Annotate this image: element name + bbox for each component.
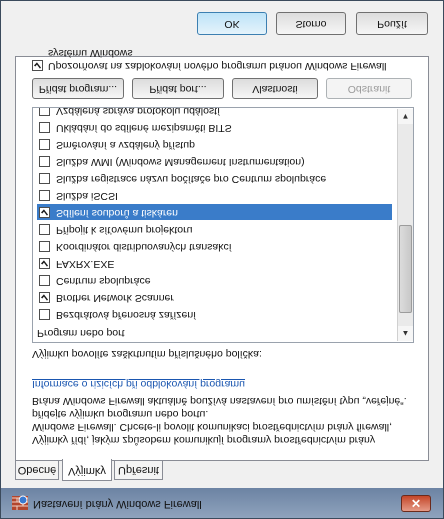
tab-advanced-label: Upřesnit: [118, 464, 159, 476]
cancel-button[interactable]: Storno: [276, 12, 346, 35]
exception-checkbox[interactable]: [39, 122, 50, 133]
list-item[interactable]: Služba WMI (Windows Management Instrumen…: [37, 153, 392, 169]
firewall-settings-window: Nastavení brány Windows Firewall ✕ Obecn…: [0, 0, 444, 519]
notify-label: Upozorňovat na zablokování nového progra…: [48, 47, 387, 72]
title-bar[interactable]: Nastavení brány Windows Firewall ✕: [1, 488, 443, 518]
exception-checkbox[interactable]: [39, 173, 50, 184]
notify-option[interactable]: Upozorňovat na zablokování nového progra…: [32, 44, 416, 72]
add-port-button[interactable]: Přidat port...: [132, 78, 224, 99]
exception-checkbox[interactable]: [39, 224, 50, 235]
list-item[interactable]: Připojit k síťovému projektoru: [37, 221, 392, 237]
list-item[interactable]: Koordinátor distribuovaných transakcí: [37, 238, 392, 254]
exception-checkbox[interactable]: [39, 207, 50, 218]
description-text: Výjimky řídí, jakým způsobem komunikují …: [32, 408, 393, 446]
exceptions-panel: Výjimky řídí, jakým způsobem komunikují …: [15, 47, 429, 461]
enable-exception-label: Výjimku povolíte zaškrtnutím příslušného…: [32, 348, 262, 360]
list-item-label: Připojit k síťovému projektoru: [56, 224, 193, 236]
list-column-header: Program nebo port: [37, 327, 125, 339]
scroll-down-arrow-icon[interactable]: ▼: [398, 109, 413, 124]
scrollbar-thumb[interactable]: [399, 225, 412, 313]
list-item-label: Služba registrace názvu počítače pro Cen…: [56, 173, 327, 185]
exception-checkbox[interactable]: [39, 309, 50, 320]
tab-general[interactable]: Obecné: [15, 460, 59, 480]
list-item-label: Centrum spolupráce: [56, 275, 151, 287]
apply-button[interactable]: Použít: [356, 12, 428, 35]
exception-checkbox[interactable]: [39, 139, 50, 150]
scroll-up-arrow-icon[interactable]: ▲: [398, 326, 413, 341]
unblock-risk-link[interactable]: Informace o rizicích při odblokování pro…: [32, 378, 245, 390]
close-icon: ✕: [410, 496, 422, 510]
notify-checkbox[interactable]: [32, 60, 43, 71]
exception-checkbox[interactable]: [39, 258, 50, 269]
list-item[interactable]: Služba registrace názvu počítače pro Cen…: [37, 170, 392, 186]
exception-actions: Přidat program... Přidat port... Vlastno…: [32, 77, 414, 99]
tab-general-label: Obecné: [17, 464, 57, 476]
close-button[interactable]: ✕: [401, 495, 431, 512]
list-item-label: Bezdrátová přenosná zařízení: [56, 309, 197, 321]
exception-checkbox[interactable]: [39, 275, 50, 286]
tab-exceptions-label: Výjimky: [68, 465, 106, 477]
list-item[interactable]: Vzdálená správa protokolu událostí: [37, 107, 392, 118]
current-policy-text: Brána Windows Firewall aktuálně používá …: [32, 395, 407, 407]
list-item[interactable]: Ukládání do sdílené mezipaměti BITS: [37, 119, 392, 135]
list-item[interactable]: FAXRX.EXE: [37, 255, 392, 271]
list-item-label: Ukládání do sdílené mezipaměti BITS: [56, 122, 232, 134]
exception-checkbox[interactable]: [39, 241, 50, 252]
exceptions-description: Výjimky řídí, jakým způsobem komunikují …: [32, 394, 416, 446]
list-item-label: FAXRX.EXE: [56, 258, 115, 270]
exception-checkbox[interactable]: [39, 292, 50, 303]
tab-exceptions[interactable]: Výjimky: [62, 459, 112, 481]
list-item-label: Brother Network Scanner: [56, 292, 174, 304]
list-item[interactable]: Směrování a vzdálený přístup: [37, 136, 392, 152]
window-title: Nastavení brány Windows Firewall: [33, 498, 202, 510]
list-item-label: Služba iSCSI: [56, 190, 118, 202]
tab-advanced[interactable]: Upřesnit: [114, 460, 163, 480]
list-item-label: Sdílení souborů a tiskáren: [56, 207, 178, 219]
exception-checkbox[interactable]: [39, 107, 50, 116]
exception-checkbox[interactable]: [39, 190, 50, 201]
exceptions-list[interactable]: Program nebo port Bezdrátová přenosná za…: [32, 107, 414, 343]
list-item-label: Služba WMI (Windows Management Instrumen…: [56, 156, 305, 168]
add-program-button[interactable]: Přidat program...: [32, 78, 124, 99]
dialog-button-bar: OK Storno Použít: [1, 0, 443, 48]
remove-button[interactable]: Odstranit: [326, 78, 412, 99]
list-item[interactable]: Bezdrátová přenosná zařízení: [37, 306, 392, 322]
list-item-label: Vzdálená správa protokolu událostí: [56, 107, 221, 117]
exception-checkbox[interactable]: [39, 156, 50, 167]
list-item[interactable]: Brother Network Scanner: [37, 289, 392, 305]
list-scrollbar[interactable]: ▲ ▼: [397, 109, 413, 341]
list-item-label: Koordinátor distribuovaných transakcí: [56, 241, 232, 253]
list-item[interactable]: Centrum spolupráce: [37, 272, 392, 288]
properties-button[interactable]: Vlastnosti: [232, 78, 318, 99]
list-item-selected[interactable]: Sdílení souborů a tiskáren: [37, 204, 392, 220]
ok-button[interactable]: OK: [197, 12, 267, 35]
firewall-brick-icon: [12, 495, 28, 510]
list-item[interactable]: Služba iSCSI: [37, 187, 392, 203]
list-item-label: Směrování a vzdálený přístup: [56, 139, 195, 151]
